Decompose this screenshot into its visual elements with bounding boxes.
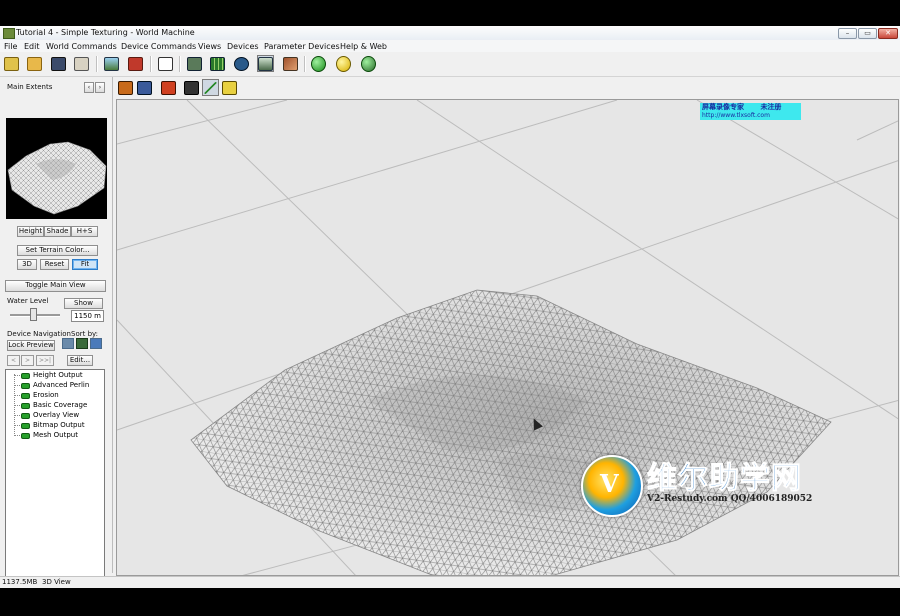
menu-file[interactable]: File <box>4 42 17 51</box>
wizard-icon[interactable] <box>73 55 90 72</box>
device-list: Height Output Advanced Perlin Erosion Ba… <box>5 369 105 588</box>
list-item[interactable]: Height Output <box>6 370 104 380</box>
nav-last-button[interactable]: >>| <box>36 355 54 366</box>
terrain-preview[interactable] <box>6 118 107 219</box>
texture-icon[interactable] <box>282 55 299 72</box>
sort-type-icon[interactable] <box>76 338 88 349</box>
menu-edit[interactable]: Edit <box>24 42 40 51</box>
shade-mode-button[interactable]: Shade <box>44 226 71 237</box>
water-level-field[interactable]: 1150 m <box>71 310 104 322</box>
hs-mode-button[interactable]: H+S <box>71 226 98 237</box>
terrain-view-icon[interactable] <box>103 55 120 72</box>
device-icon <box>21 373 30 379</box>
list-item[interactable]: Advanced Perlin <box>6 380 104 390</box>
box-icon[interactable] <box>183 79 200 96</box>
list-item[interactable]: Mesh Output <box>6 430 104 440</box>
view-toolbar <box>116 77 900 98</box>
line-icon[interactable] <box>202 79 219 96</box>
3d-button[interactable]: 3D <box>17 259 37 270</box>
lock-preview-button[interactable]: Lock Preview <box>7 340 55 351</box>
build-yellow-icon[interactable] <box>335 55 352 72</box>
minimize-button[interactable]: – <box>838 28 857 39</box>
build-green-icon[interactable] <box>310 55 327 72</box>
explorer-icon[interactable] <box>233 55 250 72</box>
render-icon[interactable] <box>117 79 134 96</box>
menu-help-web[interactable]: Help & Web <box>340 42 387 51</box>
toolbar-separator <box>96 56 98 72</box>
list-item[interactable]: Overlay View <box>6 410 104 420</box>
device-navigation-label: Device Navigation <box>7 330 71 338</box>
toolbar-separator <box>304 56 306 72</box>
memory-usage: 1137.5MB <box>2 578 38 586</box>
nav-next-button[interactable]: > <box>21 355 34 366</box>
list-item[interactable]: Basic Coverage <box>6 400 104 410</box>
menu-parameter-devices[interactable]: Parameter Devices <box>264 42 340 51</box>
dice-icon[interactable] <box>157 55 174 72</box>
device-icon <box>21 423 30 429</box>
app-icon <box>3 28 15 39</box>
panel-header: Main Extents <box>7 83 53 91</box>
3d-viewport[interactable]: 屏幕录像专家 未注册 http://www.tlxsoft.com V 维尔助学… <box>116 99 899 576</box>
maximize-button[interactable]: ▭ <box>858 28 877 39</box>
left-panel: Main Extents ‹ › Height Shade H+S Set Te… <box>0 77 113 588</box>
status-bar: 1137.5MB 3D View <box>0 576 900 588</box>
menu-devices[interactable]: Devices <box>227 42 259 51</box>
device-icon <box>21 383 30 389</box>
sort-list-icon[interactable] <box>62 338 74 349</box>
main-toolbar <box>0 52 900 77</box>
device-icon[interactable] <box>127 55 144 72</box>
watermark-url: http://www.tlxsoft.com <box>702 112 770 119</box>
next-extent-button[interactable]: › <box>95 82 105 93</box>
grid-view-icon[interactable] <box>209 55 226 72</box>
edit-device-button[interactable]: Edit... <box>67 355 93 366</box>
build-globe-icon[interactable] <box>360 55 377 72</box>
fit-button[interactable]: Fit <box>72 259 98 270</box>
close-button[interactable]: ✕ <box>878 28 898 39</box>
save-icon[interactable] <box>50 55 67 72</box>
v2-logo-icon: V <box>581 455 643 517</box>
object-icon[interactable] <box>160 79 177 96</box>
menu-world-commands[interactable]: World Commands <box>46 42 117 51</box>
brand-watermark: V 维尔助学网 V2-Restudy.com QQ/4006189052 <box>581 449 831 519</box>
toolbar-separator <box>150 56 152 72</box>
height-mode-button[interactable]: Height <box>17 226 44 237</box>
set-terrain-color-button[interactable]: Set Terrain Color... <box>17 245 98 256</box>
watermark-status: 未注册 <box>760 103 782 111</box>
reset-button[interactable]: Reset <box>40 259 69 270</box>
device-icon <box>21 403 30 409</box>
sort-view-icon[interactable] <box>90 338 102 349</box>
layout-view-icon[interactable] <box>186 55 203 72</box>
device-icon <box>21 413 30 419</box>
3d-view-icon[interactable] <box>257 55 274 72</box>
show-water-button[interactable]: Show <box>64 298 103 309</box>
prev-extent-button[interactable]: ‹ <box>84 82 94 93</box>
menu-device-commands[interactable]: Device Commands <box>121 42 196 51</box>
view-mode-status: 3D View <box>42 578 71 586</box>
recorder-watermark: 屏幕录像专家 未注册 http://www.tlxsoft.com <box>700 103 801 120</box>
title-bar: Tutorial 4 - Simple Texturing - World Ma… <box>0 26 900 41</box>
window-title: Tutorial 4 - Simple Texturing - World Ma… <box>16 28 195 37</box>
water-level-slider[interactable] <box>30 308 37 321</box>
nav-prev-button[interactable]: < <box>7 355 20 366</box>
brand-contact: V2-Restudy.com QQ/4006189052 <box>647 494 813 504</box>
toggle-main-view-button[interactable]: Toggle Main View <box>5 280 106 292</box>
brand-name: 维尔助学网 <box>647 461 802 497</box>
watermark-text: 屏幕录像专家 <box>702 103 744 111</box>
help-icon[interactable] <box>221 79 238 96</box>
device-icon <box>21 433 30 439</box>
menu-bar: File Edit World Commands Device Commands… <box>0 40 900 52</box>
terrain-preview-image <box>7 141 107 215</box>
open-folder-icon[interactable] <box>26 55 43 72</box>
app-window: Tutorial 4 - Simple Texturing - World Ma… <box>0 26 900 588</box>
toolbar-separator <box>179 56 181 72</box>
list-item[interactable]: Bitmap Output <box>6 420 104 430</box>
menu-views[interactable]: Views <box>198 42 221 51</box>
sort-by-label: Sort by: <box>71 330 99 338</box>
water-level-label: Water Level <box>7 297 49 305</box>
list-item[interactable]: Erosion <box>6 390 104 400</box>
new-file-icon[interactable] <box>3 55 20 72</box>
camera-icon[interactable] <box>136 79 153 96</box>
device-icon <box>21 393 30 399</box>
